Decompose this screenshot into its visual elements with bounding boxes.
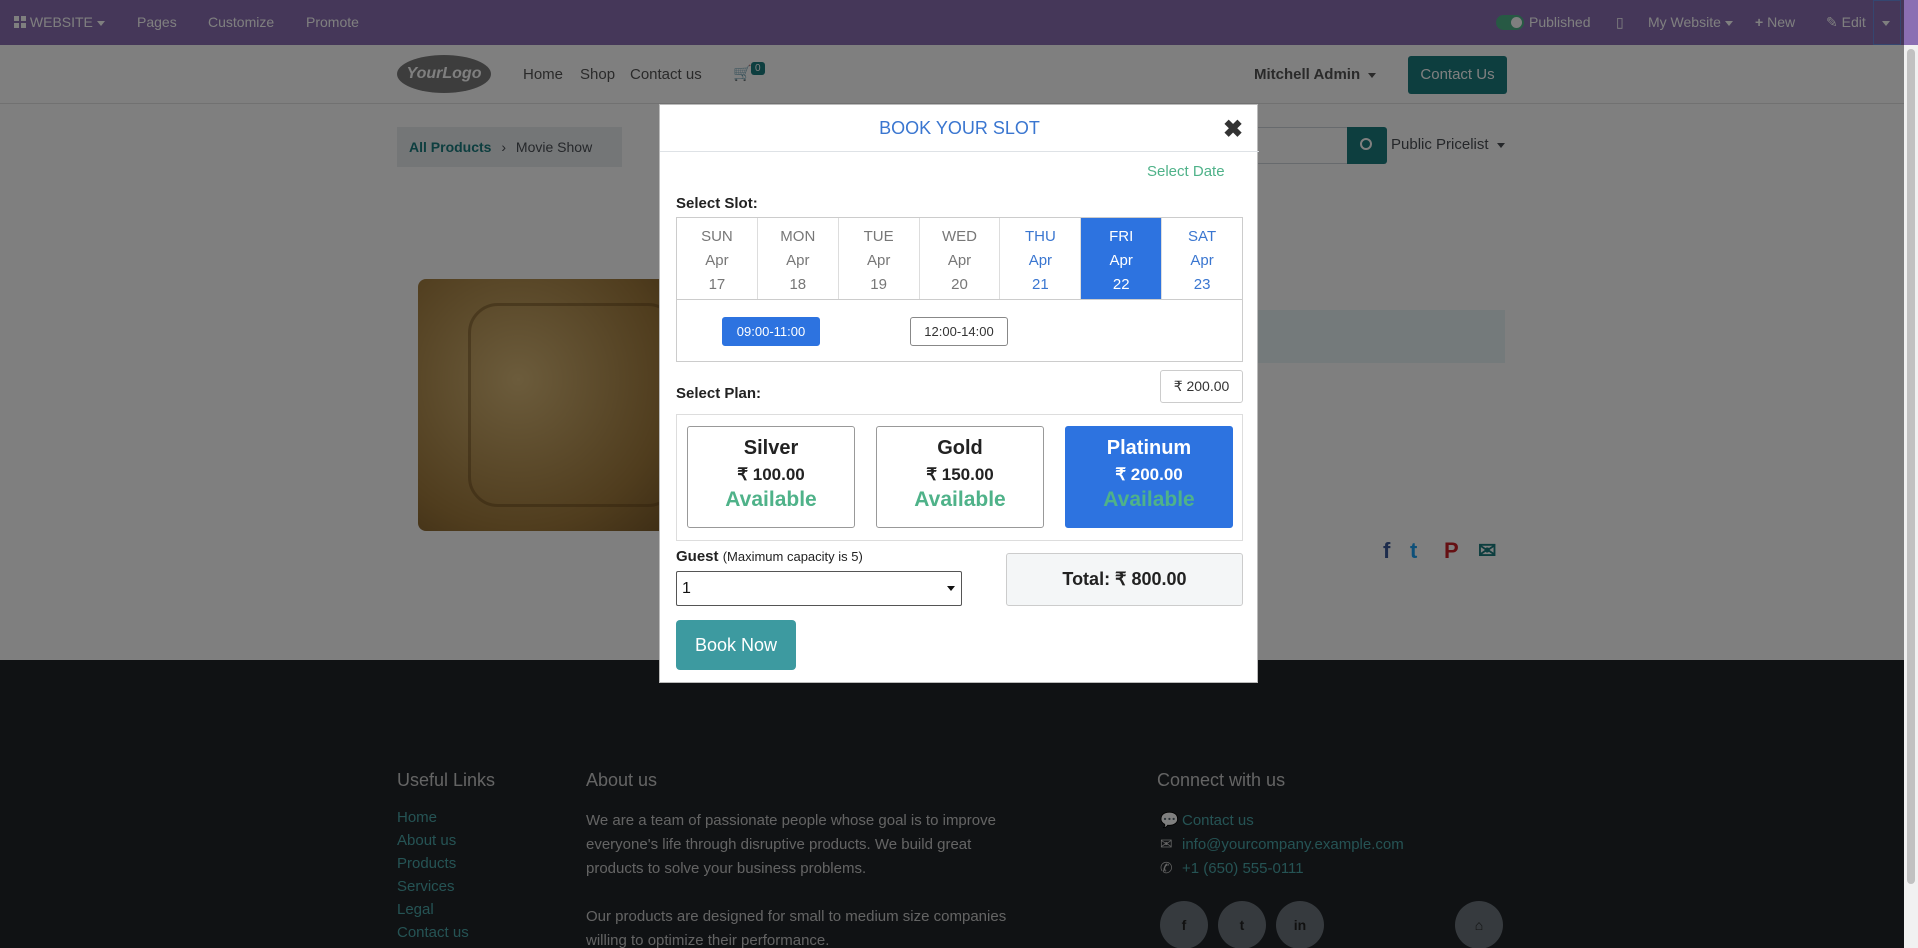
day-sun: SUN Apr 17: [677, 218, 758, 299]
guest-select-value: 1: [682, 580, 691, 597]
plan-status: Available: [1103, 488, 1195, 511]
book-now-button[interactable]: Book Now: [676, 620, 796, 670]
day-fri[interactable]: FRI Apr 22: [1081, 218, 1163, 299]
page-scrollbar[interactable]: [1904, 45, 1918, 948]
modal-title: BOOK YOUR SLOT: [660, 105, 1259, 152]
chevron-down-icon: [947, 586, 955, 591]
plan-name: Platinum: [1106, 437, 1192, 459]
select-date-link[interactable]: Select Date: [1147, 163, 1225, 180]
select-plan-label: Select Plan:: [676, 385, 762, 402]
day-picker: SUN Apr 17 MON Apr 18 TUE Apr 19 WED Apr 20 THU A…: [676, 217, 1243, 300]
select-slot-label: Select Slot:: [676, 195, 758, 212]
plan-gold[interactable]: Gold ₹ 150.00 Available: [876, 426, 1044, 528]
slot-button[interactable]: 12:00-14:00: [910, 317, 1008, 346]
plan-platinum[interactable]: Platinum ₹ 200.00 Available: [1065, 426, 1233, 528]
plan-silver[interactable]: Silver ₹ 100.00 Available: [687, 426, 855, 528]
plan-status: Available: [914, 488, 1006, 511]
day-sat[interactable]: SAT Apr 23: [1162, 218, 1242, 299]
plan-price: ₹ 200.00: [1115, 465, 1183, 484]
plan-price: ₹ 150.00: [926, 465, 994, 484]
guest-capacity-note: (Maximum capacity is 5): [722, 549, 863, 564]
day-thu[interactable]: THU Apr 21: [1000, 218, 1082, 299]
guest-select[interactable]: 1: [676, 571, 962, 606]
guest-label: Guest (Maximum capacity is 5): [676, 548, 863, 565]
plan-price: ₹ 100.00: [737, 465, 805, 484]
close-icon[interactable]: ✖: [1223, 115, 1243, 144]
slot-button[interactable]: 09:00-11:00: [722, 317, 820, 346]
day-tue: TUE Apr 19: [839, 218, 920, 299]
plan-status: Available: [725, 488, 817, 511]
plan-price-badge: ₹ 200.00: [1160, 370, 1243, 403]
book-slot-modal: BOOK YOUR SLOT ✖ Select Date Select Slot…: [659, 104, 1259, 683]
total-amount: Total: ₹ 800.00: [1006, 553, 1243, 606]
day-wed: WED Apr 20: [920, 218, 1001, 299]
plan-name: Gold: [937, 437, 983, 459]
plan-picker: Silver ₹ 100.00 Available Gold ₹ 150.00 …: [676, 414, 1243, 541]
time-slots: 09:00-11:00 12:00-14:00: [676, 299, 1243, 362]
day-mon: MON Apr 18: [758, 218, 839, 299]
plan-name: Silver: [743, 437, 799, 459]
